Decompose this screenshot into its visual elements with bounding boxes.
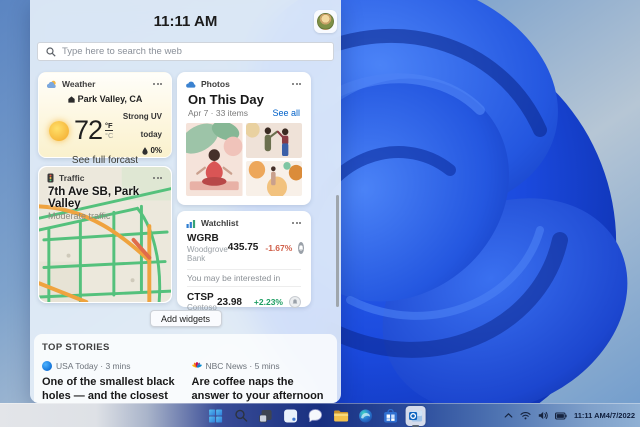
droplet-icon: [142, 147, 148, 155]
photos-heading: On This Day: [178, 89, 310, 107]
photos-subtitle: Apr 7 · 33 items: [188, 108, 248, 118]
story-source: NBC News · 5 mins: [206, 361, 280, 371]
nbc-news-logo-icon: [192, 361, 202, 371]
top-stories-heading: TOP STORIES: [42, 342, 329, 353]
watchlist-more-button[interactable]: [290, 220, 303, 226]
photos-title: Photos: [201, 79, 230, 89]
stock-name: Woodgrove Bank: [187, 245, 228, 263]
unit-celsius[interactable]: °C: [105, 131, 113, 140]
watchlist-widget[interactable]: Watchlist WGRB Woodgrove Bank 435.75 -1.…: [177, 211, 311, 307]
top-stories-section: TOP STORIES USA Today · 3 mins One of th…: [34, 334, 337, 403]
photos-more-button[interactable]: [290, 81, 303, 87]
weather-more-button[interactable]: [151, 81, 164, 87]
stock-symbol: WGRB: [187, 233, 228, 245]
story-headline: One of the smallest black holes — and th…: [42, 375, 180, 403]
weather-title: Weather: [62, 79, 95, 89]
stock-change: -1.67%: [265, 243, 292, 253]
unit-fahrenheit[interactable]: °F: [105, 121, 113, 131]
traffic-light-icon: [47, 173, 54, 183]
weather-condition: Strong UV today: [123, 112, 162, 139]
photo-thumbnail-exercise[interactable]: [246, 123, 303, 158]
story-headline: Are coffee naps the answer to your after…: [192, 375, 330, 403]
avatar: [317, 13, 334, 30]
traffic-more-button[interactable]: [151, 175, 164, 181]
tray-chevron-up-icon[interactable]: [503, 412, 514, 419]
weather-precipitation: 0%: [150, 146, 162, 155]
taskbar: 11:11 AM 4/7/2022: [0, 403, 640, 427]
traffic-heading: 7th Ave SB, Park Valley: [48, 186, 162, 210]
add-widgets-button[interactable]: Add widgets: [150, 310, 222, 327]
news-story[interactable]: USA Today · 3 mins One of the smallest b…: [42, 361, 180, 403]
wifi-icon[interactable]: [519, 411, 532, 420]
photos-see-all-link[interactable]: See all: [272, 108, 300, 118]
battery-icon[interactable]: [554, 412, 568, 420]
watchlist-chart-icon: [186, 219, 196, 228]
traffic-title: Traffic: [59, 173, 85, 183]
file-explorer-icon[interactable]: [331, 406, 351, 426]
panel-clock: 11:11 AM: [30, 13, 341, 30]
photo-thumbnail-meditation[interactable]: [186, 123, 243, 196]
usa-today-logo-icon: [42, 361, 52, 371]
see-full-forecast-link[interactable]: See full forcast: [39, 155, 171, 166]
stock-row-wgrb[interactable]: WGRB Woodgrove Bank 435.75 -1.67%: [178, 233, 310, 263]
tray-date: 4/7/2022: [606, 411, 635, 421]
task-view-icon[interactable]: [256, 406, 276, 426]
volume-icon[interactable]: [537, 411, 549, 420]
weather-widget[interactable]: Weather Park Valley, CA 72 °F °C: [38, 72, 172, 158]
system-tray: 11:11 AM 4/7/2022: [503, 404, 636, 427]
search-bar[interactable]: [37, 42, 334, 61]
stock-symbol: CTSP: [187, 292, 217, 304]
watchlist-interest-label: You may be interested in: [187, 269, 301, 287]
taskbar-search-icon[interactable]: [231, 406, 251, 426]
photo-collage: [186, 123, 302, 196]
story-source: USA Today · 3 mins: [56, 361, 131, 371]
widgets-column-right: Photos On This Day Apr 7 · 33 items See …: [177, 72, 311, 307]
news-story[interactable]: NBC News · 5 mins Are coffee naps the an…: [192, 361, 330, 403]
profile-button[interactable]: [314, 10, 337, 33]
stock-price: 435.75: [228, 242, 259, 253]
home-icon: [68, 96, 75, 103]
stock-change: +2.23%: [249, 297, 283, 307]
widgets-column-left: Weather Park Valley, CA 72 °F °C: [38, 72, 172, 303]
start-button[interactable]: [206, 406, 226, 426]
chat-icon[interactable]: [306, 406, 326, 426]
search-input[interactable]: [62, 46, 325, 57]
photo-thumbnail-abstract[interactable]: [246, 161, 303, 196]
widgets-panel: 11:11 AM Weather: [30, 0, 341, 403]
tray-clock[interactable]: 11:11 AM 4/7/2022: [573, 411, 636, 421]
traffic-status: Moderate traffic: [48, 211, 162, 221]
widgets-icon[interactable]: [281, 406, 301, 426]
store-icon[interactable]: [381, 406, 401, 426]
weather-temperature: 72: [74, 117, 102, 144]
traffic-widget[interactable]: Traffic 7th Ave SB, Park Valley Moderate…: [38, 166, 172, 303]
photos-widget[interactable]: Photos On This Day Apr 7 · 33 items See …: [177, 72, 311, 205]
panel-scrollbar[interactable]: [336, 195, 339, 307]
photos-app-icon: [186, 80, 196, 88]
taskbar-app-icons: [206, 404, 426, 427]
desktop: 11:11 AM Weather: [0, 0, 640, 427]
watchlist-title: Watchlist: [201, 218, 238, 228]
search-icon: [46, 47, 56, 57]
stock-price: 23.98: [217, 297, 242, 308]
weather-location: Park Valley, CA: [78, 94, 143, 104]
weather-app-icon: [47, 80, 57, 89]
stock-alert-button[interactable]: [298, 242, 304, 254]
stock-alert-button[interactable]: [289, 296, 301, 308]
outlook-icon-active[interactable]: [406, 406, 426, 426]
edge-browser-icon[interactable]: [356, 406, 376, 426]
sun-icon: [49, 121, 69, 141]
tray-time: 11:11 AM: [574, 411, 606, 421]
